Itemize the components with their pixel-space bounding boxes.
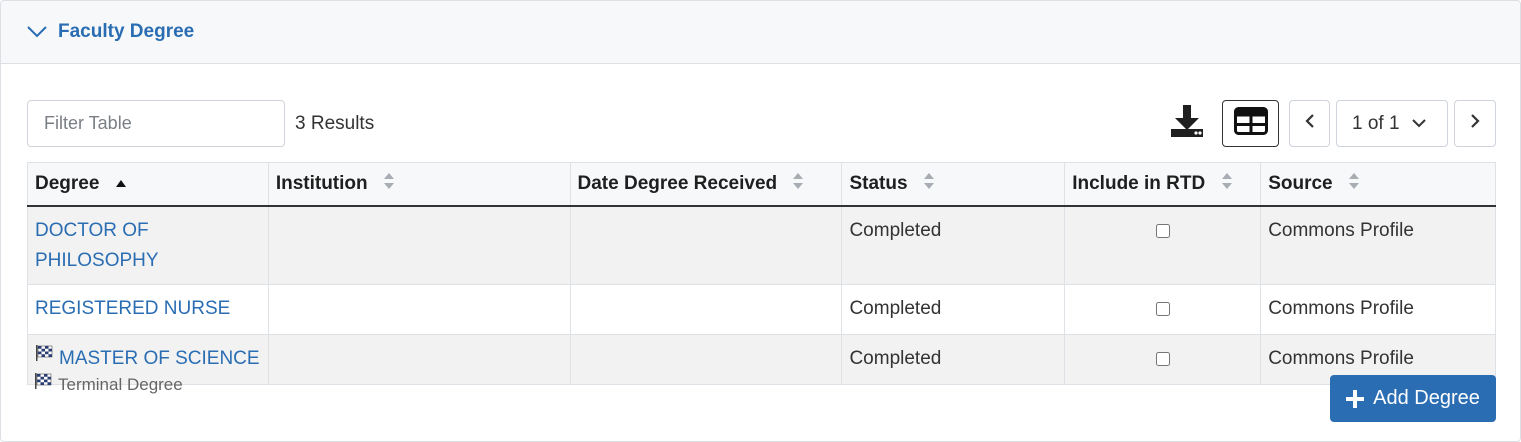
plus-icon: [1346, 389, 1365, 408]
sort-icon: [923, 172, 935, 196]
cell-include-rtd: [1064, 334, 1261, 385]
page-select-value: 1 of 1: [1352, 112, 1400, 134]
include-rtd-checkbox[interactable]: [1155, 301, 1170, 316]
add-degree-label: Add Degree: [1373, 387, 1480, 409]
table-layout-button[interactable]: [1222, 100, 1279, 147]
section-title[interactable]: Faculty Degree: [58, 21, 194, 43]
cell-date: [569, 205, 842, 285]
table-row: MASTER OF SCIENCE Completed Commons Prof…: [27, 334, 1496, 385]
degree-link[interactable]: DOCTOR OF PHILOSOPHY: [35, 220, 159, 271]
page-select[interactable]: 1 of 1: [1336, 100, 1448, 147]
results-count: 3 Results: [295, 113, 375, 134]
table-layout-icon: [1233, 107, 1268, 140]
cell-date: [569, 284, 842, 335]
previous-page-button[interactable]: [1289, 100, 1330, 147]
degree-link[interactable]: MASTER OF SCIENCE: [59, 348, 260, 369]
degree-link[interactable]: REGISTERED NURSE: [35, 298, 230, 319]
cell-source: Commons Profile: [1260, 284, 1496, 335]
cell-degree: REGISTERED NURSE: [27, 284, 269, 335]
column-header-institution[interactable]: Institution: [267, 162, 571, 207]
next-page-button[interactable]: [1454, 100, 1496, 147]
legend-label: Terminal Degree: [58, 375, 183, 394]
download-icon: [1169, 103, 1205, 144]
include-rtd-checkbox[interactable]: [1155, 351, 1170, 366]
table-row: REGISTERED NURSE Completed Commons Profi…: [27, 284, 1496, 335]
faculty-degree-panel: Faculty Degree 3 Results: [0, 0, 1521, 442]
table-header-row: Degree Institution Date Degree Received: [27, 162, 1496, 207]
cell-date: [569, 334, 842, 385]
column-header-degree[interactable]: Degree: [27, 162, 269, 207]
column-header-source[interactable]: Source: [1260, 162, 1496, 207]
cell-status: Completed: [841, 284, 1065, 335]
cell-source: Commons Profile: [1260, 205, 1496, 285]
section-header[interactable]: Faculty Degree: [1, 1, 1520, 64]
download-button[interactable]: [1167, 103, 1207, 143]
include-rtd-checkbox[interactable]: [1155, 223, 1170, 238]
checkered-flag-icon: [34, 372, 52, 395]
column-header-status[interactable]: Status: [841, 162, 1065, 207]
sort-icon: [1348, 172, 1360, 196]
cell-degree: DOCTOR OF PHILOSOPHY: [27, 205, 269, 285]
chevron-down-icon[interactable]: [27, 21, 49, 43]
column-header-date-degree-received[interactable]: Date Degree Received: [569, 162, 842, 207]
table-row: DOCTOR OF PHILOSOPHY Completed Commons Pr…: [27, 205, 1496, 285]
cell-include-rtd: [1064, 205, 1261, 285]
filter-table-input[interactable]: [27, 100, 285, 147]
chevron-left-icon: [1304, 114, 1315, 133]
cell-include-rtd: [1064, 284, 1261, 335]
checkered-flag-icon: [35, 342, 53, 372]
sort-icon: [792, 172, 804, 196]
cell-status: Completed: [841, 334, 1065, 385]
terminal-degree-legend: Terminal Degree: [34, 372, 183, 395]
degree-table: Degree Institution Date Degree Received: [27, 162, 1496, 385]
cell-institution: [267, 205, 571, 285]
sort-icon: [383, 172, 395, 196]
table-toolbar: 3 Results: [27, 100, 1496, 147]
chevron-right-icon: [1470, 114, 1480, 133]
sort-icon: [1221, 172, 1233, 196]
cell-status: Completed: [841, 205, 1065, 285]
column-header-include-in-rtd[interactable]: Include in RTD: [1064, 162, 1261, 207]
cell-institution: [267, 334, 571, 385]
chevron-down-icon: [1411, 119, 1426, 128]
sort-ascending-icon: [115, 173, 127, 195]
cell-institution: [267, 284, 571, 335]
add-degree-button[interactable]: Add Degree: [1330, 375, 1496, 422]
